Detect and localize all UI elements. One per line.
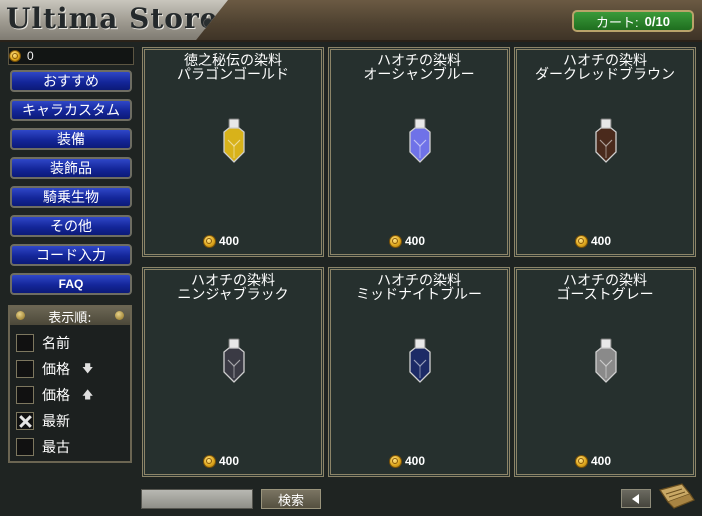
- coin-icon: [389, 234, 402, 248]
- coin-icon: [203, 234, 216, 248]
- sort-option-price-asc[interactable]: 価格 🡅: [16, 384, 93, 406]
- coin-icon: [203, 454, 216, 468]
- cart-count: 0/10: [644, 13, 670, 29]
- menu-equipment-button[interactable]: 装備: [10, 128, 132, 150]
- sort-option-price-desc[interactable]: 価格 🡇: [16, 358, 93, 380]
- product-name: ハオチの染料 ニンジャブラック: [145, 274, 321, 302]
- coin-icon: [575, 454, 588, 468]
- product-name-line1: ハオチの染料: [563, 53, 647, 69]
- sort-option-oldest[interactable]: 最古: [16, 436, 70, 458]
- cart-label: カート:: [596, 14, 639, 30]
- product-card[interactable]: ハオチの染料 ゴーストグレー 400: [514, 267, 696, 477]
- product-price: 400: [203, 454, 239, 468]
- search-input[interactable]: [141, 489, 253, 509]
- sort-option-name[interactable]: 名前: [16, 332, 70, 354]
- sort-header: 表示順:: [10, 307, 130, 326]
- menu-mounts-button[interactable]: 騎乗生物: [10, 186, 132, 208]
- sort-option-newest[interactable]: 最新: [16, 410, 70, 432]
- product-price: 400: [575, 234, 611, 248]
- product-card[interactable]: 徳之秘伝の染料 パラゴンゴールド 400: [142, 47, 324, 257]
- sort-title: 表示順:: [48, 310, 92, 326]
- arrow-down-icon: 🡇: [82, 361, 94, 375]
- sort-checkbox[interactable]: [16, 386, 34, 404]
- product-card[interactable]: ハオチの染料 ミッドナイトブルー 400: [328, 267, 510, 477]
- product-name-line1: ハオチの染料: [377, 273, 461, 289]
- sort-checkbox-checked[interactable]: [16, 412, 34, 430]
- product-name-line1: ハオチの染料: [563, 273, 647, 289]
- product-name: ハオチの染料 ゴーストグレー: [517, 274, 693, 302]
- sort-option-label: 最新: [42, 414, 70, 430]
- menu-accessories-button[interactable]: 装飾品: [10, 157, 132, 179]
- dye-bottle-icon: [409, 118, 431, 163]
- product-name: 徳之秘伝の染料 パラゴンゴールド: [145, 54, 321, 82]
- search-button[interactable]: 検索: [261, 489, 321, 509]
- product-name-line2: ニンジャブラック: [177, 287, 289, 303]
- dye-bottle-icon: [223, 118, 245, 163]
- store-title: Ultima Store: [6, 2, 219, 35]
- product-name-line2: ダークレッドブラウン: [535, 67, 675, 83]
- coin-icon: [389, 454, 402, 468]
- menu-faq-button[interactable]: FAQ: [10, 273, 132, 295]
- title-plate: Ultima Store: [0, 0, 228, 40]
- title-ornament: [203, 18, 213, 28]
- balance-display: 0: [8, 47, 134, 65]
- price-value: 400: [219, 234, 240, 248]
- menu-other-button[interactable]: その他: [10, 215, 132, 237]
- sort-option-label: 価格: [42, 362, 70, 378]
- product-price: 400: [389, 234, 425, 248]
- product-name-line2: オーシャンブルー: [363, 67, 475, 83]
- menu-code-entry-button[interactable]: コード入力: [10, 244, 132, 266]
- sort-option-label: 最古: [42, 440, 70, 456]
- product-name-line1: ハオチの染料: [377, 53, 461, 69]
- product-name-line2: ミッドナイトブルー: [356, 287, 482, 303]
- product-name-line2: パラゴンゴールド: [177, 67, 289, 83]
- product-name-line1: ハオチの染料: [191, 273, 275, 289]
- product-name: ハオチの染料 ミッドナイトブルー: [331, 274, 507, 302]
- sort-checkbox[interactable]: [16, 334, 34, 352]
- dye-bottle-icon: [409, 338, 431, 383]
- product-name: ハオチの染料 ダークレッドブラウン: [517, 54, 693, 82]
- price-value: 400: [405, 454, 426, 468]
- sort-option-label: 名前: [42, 336, 70, 352]
- product-price: 400: [203, 234, 239, 248]
- cart-button[interactable]: カート: 0/10: [572, 10, 694, 32]
- product-price: 400: [389, 454, 425, 468]
- product-card[interactable]: ハオチの染料 ダークレッドブラウン 400: [514, 47, 696, 257]
- balance-value: 0: [27, 49, 34, 63]
- menu-character-custom-button[interactable]: キャラカスタム: [10, 99, 132, 121]
- price-value: 400: [591, 234, 612, 248]
- product-name-line1: 徳之秘伝の染料: [184, 53, 282, 69]
- product-card[interactable]: ハオチの染料 ニンジャブラック 400: [142, 267, 324, 477]
- product-price: 400: [575, 454, 611, 468]
- prev-page-button[interactable]: [621, 489, 651, 508]
- arrow-left-icon: [632, 493, 639, 504]
- dye-bottle-icon: [595, 118, 617, 163]
- menu-recommended-button[interactable]: おすすめ: [10, 70, 132, 92]
- panel-knob-icon: [16, 311, 25, 320]
- sort-checkbox[interactable]: [16, 360, 34, 378]
- price-value: 400: [591, 454, 612, 468]
- sort-panel: 表示順: 名前 価格 🡇 価格 🡅 最新 最古: [8, 305, 132, 463]
- dye-bottle-icon: [223, 338, 245, 383]
- product-name-line2: ゴーストグレー: [556, 287, 654, 303]
- coin-icon: [575, 234, 588, 248]
- dye-bottle-icon: [595, 338, 617, 383]
- sidebar: 0 おすすめ キャラカスタム 装備 装飾品 騎乗生物 その他 コード入力 FAQ…: [0, 42, 140, 516]
- coin-icon: [9, 50, 21, 62]
- product-name: ハオチの染料 オーシャンブルー: [331, 54, 507, 82]
- product-card[interactable]: ハオチの染料 オーシャンブルー 400: [328, 47, 510, 257]
- scroll-icon[interactable]: [656, 480, 696, 510]
- sort-checkbox[interactable]: [16, 438, 34, 456]
- panel-knob-icon: [115, 311, 124, 320]
- arrow-up-icon: 🡅: [82, 387, 94, 401]
- header: Ultima Store カート: 0/10: [0, 0, 702, 42]
- sort-option-label: 価格: [42, 388, 70, 404]
- price-value: 400: [219, 454, 240, 468]
- price-value: 400: [405, 234, 426, 248]
